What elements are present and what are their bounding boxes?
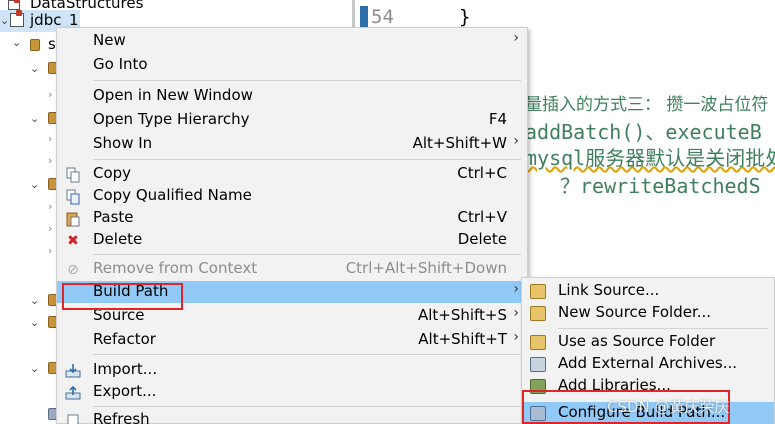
- menu-item-build-path[interactable]: Build Path ›: [57, 281, 527, 303]
- menu-item-label: Refresh: [93, 410, 150, 424]
- submenu-item-label: New Source Folder...: [558, 303, 712, 321]
- submenu-item-label: Link Source...: [558, 281, 660, 299]
- chevron-down-icon[interactable]: ⌄: [0, 15, 10, 26]
- new-source-folder-icon: [530, 306, 546, 321]
- comment-line-3-text: mysql服务器默认是关闭批处: [525, 146, 775, 170]
- chevron-right-icon: ›: [513, 329, 519, 345]
- project-icon: [8, 0, 20, 10]
- context-menu: New › Go Into Open in New Window Open Ty…: [56, 27, 528, 424]
- chevron-right-icon: ›: [513, 281, 519, 297]
- chevron-down-icon[interactable]: ⌄: [30, 179, 40, 190]
- comment-line-4: ？rewriteBatchedS: [560, 174, 761, 198]
- tree-item-src[interactable]: ⌄ s: [0, 34, 60, 56]
- menu-item-label: Copy: [93, 164, 132, 182]
- use-source-folder-icon: [530, 335, 546, 350]
- submenu-item-link-source[interactable]: Link Source...: [522, 280, 774, 302]
- menu-item-copy[interactable]: Copy Ctrl+C: [57, 163, 527, 185]
- tree-item-label: s: [48, 35, 56, 53]
- menu-item-label: Import...: [93, 360, 158, 378]
- menu-item-label: Open in New Window: [93, 86, 253, 104]
- link-source-icon: [530, 284, 546, 299]
- submenu-item-new-source-folder[interactable]: New Source Folder...: [522, 302, 774, 324]
- menu-item-refresh[interactable]: Refresh: [57, 409, 527, 424]
- chevron-down-icon[interactable]: ⌄: [30, 295, 40, 306]
- menu-item-label: Copy Qualified Name: [93, 186, 252, 204]
- libraries-icon: [530, 379, 546, 394]
- copy-qualified-name-icon: [65, 189, 81, 205]
- menu-item-shortcut: Delete: [457, 230, 507, 248]
- chevron-right-icon: ›: [513, 133, 519, 149]
- chevron-right-icon: ›: [513, 30, 519, 46]
- menu-item-show-in[interactable]: Show In Alt+Shift+W ›: [57, 133, 527, 155]
- external-archives-icon: [530, 357, 546, 372]
- menu-item-shortcut: Alt+Shift+T: [418, 330, 507, 348]
- menu-item-label: Go Into: [93, 55, 148, 73]
- menu-item-shortcut: F4: [488, 110, 507, 128]
- menu-item-label: Open Type Hierarchy: [93, 110, 250, 128]
- submenu-item-label: Add Libraries...: [558, 376, 671, 394]
- chevron-down-icon[interactable]: ⌄: [30, 317, 40, 328]
- menu-item-shortcut: Ctrl+V: [457, 208, 507, 226]
- source-folder-icon: [30, 39, 40, 51]
- menu-separator: [93, 80, 521, 81]
- menu-item-new[interactable]: New ›: [57, 30, 527, 52]
- menu-separator: [93, 254, 521, 255]
- menu-item-label: Source: [93, 306, 145, 324]
- remove-context-icon: ⊘: [67, 262, 79, 278]
- menu-item-label: Delete: [93, 230, 143, 248]
- menu-item-label: Paste: [93, 208, 134, 226]
- configure-build-path-icon: [530, 406, 546, 421]
- code-brace: }: [459, 6, 471, 28]
- menu-separator: [93, 406, 521, 407]
- chevron-right-icon: ›: [513, 305, 519, 321]
- submenu-item-add-libraries[interactable]: Add Libraries...: [522, 375, 774, 397]
- chevron-down-icon[interactable]: ⌄: [30, 113, 40, 124]
- menu-item-label: New: [93, 31, 126, 49]
- chevron-down-icon[interactable]: ⌄: [30, 63, 40, 74]
- menu-separator: [558, 328, 768, 329]
- menu-item-source[interactable]: Source Alt+Shift+S ›: [57, 305, 527, 327]
- line-number: 54: [371, 6, 394, 28]
- menu-item-remove-from-context[interactable]: ⊘ Remove from Context Ctrl+Alt+Shift+Dow…: [57, 258, 527, 280]
- paste-icon: [65, 211, 81, 227]
- comment-line-3: mysql服务器默认是关闭批处: [525, 142, 775, 171]
- menu-separator: [93, 354, 521, 355]
- export-icon: [65, 385, 81, 401]
- menu-item-shortcut: Alt+Shift+W: [412, 134, 507, 152]
- menu-item-label: Remove from Context: [93, 259, 258, 277]
- refresh-icon: [65, 413, 81, 424]
- menu-item-shortcut: Ctrl+C: [457, 164, 507, 182]
- menu-item-label: Refactor: [93, 330, 156, 348]
- comment-line-1: 量插入的方式三： 攒一波占位符: [525, 95, 769, 115]
- menu-item-paste[interactable]: Paste Ctrl+V: [57, 207, 527, 229]
- menu-item-open-new-window[interactable]: Open in New Window: [57, 85, 527, 107]
- delete-icon: ✖: [67, 233, 79, 249]
- menu-item-label: Export...: [93, 382, 157, 400]
- import-icon: [65, 363, 81, 379]
- menu-item-label: Build Path: [93, 282, 169, 300]
- menu-item-shortcut: Alt+Shift+S: [417, 306, 507, 324]
- menu-separator: [93, 159, 521, 160]
- menu-item-label: Show In: [93, 134, 153, 152]
- copy-icon: [65, 167, 81, 183]
- menu-item-shortcut: Ctrl+Alt+Shift+Down: [345, 259, 507, 277]
- menu-item-refactor[interactable]: Refactor Alt+Shift+T ›: [57, 329, 527, 351]
- submenu-item-label: Add External Archives...: [558, 354, 738, 372]
- comment-line-2: addBatch()、executeB: [525, 120, 762, 144]
- menu-item-export[interactable]: Export...: [57, 381, 527, 403]
- chevron-down-icon[interactable]: ⌄: [12, 37, 22, 48]
- menu-item-open-type-hierarchy[interactable]: Open Type Hierarchy F4: [57, 109, 527, 131]
- menu-item-copy-qualified-name[interactable]: Copy Qualified Name: [57, 185, 527, 207]
- menu-item-go-into[interactable]: Go Into: [57, 54, 527, 76]
- submenu-item-label: Use as Source Folder: [558, 332, 716, 350]
- project-icon: [10, 10, 24, 27]
- submenu-item-add-external-archives[interactable]: Add External Archives...: [522, 353, 774, 375]
- submenu-item-use-as-source-folder[interactable]: Use as Source Folder: [522, 331, 774, 353]
- watermark: CSDN @黄庆荣庆: [607, 398, 730, 416]
- chevron-down-icon[interactable]: ⌄: [30, 363, 40, 374]
- menu-item-import[interactable]: Import...: [57, 359, 527, 381]
- menu-item-delete[interactable]: ✖ Delete Delete: [57, 229, 527, 251]
